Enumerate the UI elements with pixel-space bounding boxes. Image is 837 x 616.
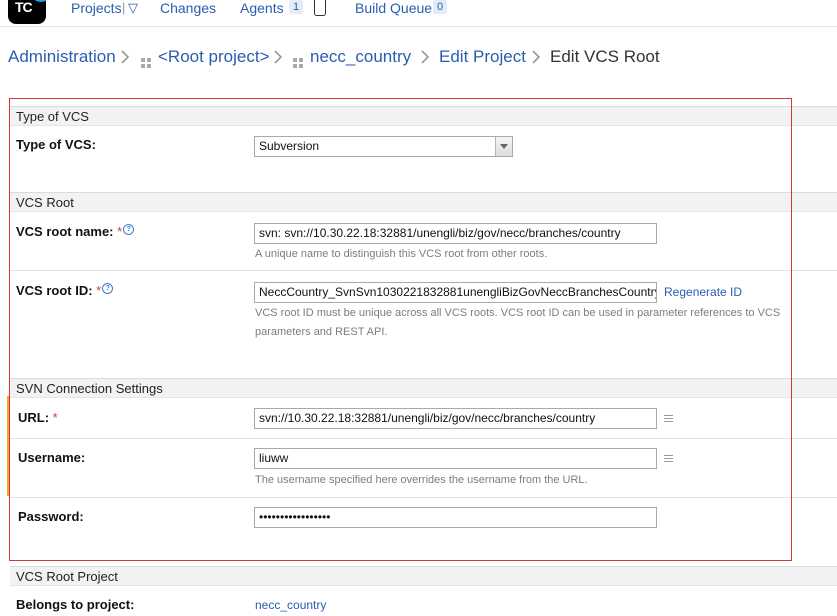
- nav-build-queue[interactable]: Build Queue: [355, 0, 432, 16]
- project-grid-icon: [141, 53, 151, 68]
- required-marker: *: [52, 410, 58, 425]
- chevron-right-icon: [420, 50, 432, 64]
- nav-projects-separator: |: [122, 0, 126, 15]
- chevron-right-icon: [120, 50, 132, 64]
- breadcrumb-root-project[interactable]: <Root project>: [158, 47, 270, 67]
- vcs-root-id-note-line2: parameters and REST API.: [255, 326, 388, 338]
- row-divider: [10, 438, 837, 439]
- row-divider: [10, 497, 837, 498]
- projects-dropdown-icon[interactable]: ▽: [128, 0, 138, 16]
- agent-icon[interactable]: [314, 0, 326, 16]
- row-divider: [10, 270, 837, 271]
- list-icon[interactable]: [664, 455, 673, 462]
- nav-projects[interactable]: Projects: [71, 0, 122, 16]
- vcs-root-id-note-line1: VCS root ID must be unique across all VC…: [255, 307, 781, 319]
- top-navigation: TC Projects | ▽ Changes Agents 1 Build Q…: [0, 0, 837, 24]
- agents-count-badge: 1: [289, 0, 304, 14]
- project-grid-icon: [293, 53, 303, 68]
- required-marker: *: [117, 224, 123, 239]
- belongs-to-project-label: Belongs to project:: [16, 597, 135, 612]
- section-vcs-root-project: VCS Root Project: [10, 566, 837, 586]
- help-icon[interactable]: ?: [102, 283, 114, 294]
- nav-changes[interactable]: Changes: [160, 0, 216, 16]
- vcs-type-label: Type of VCS:: [16, 137, 96, 152]
- required-marker: *: [96, 283, 102, 298]
- vcs-root-id-input[interactable]: NeccCountry_SvnSvn1030221832881unengliBi…: [254, 282, 657, 303]
- vcs-root-id-label: VCS root ID: *?: [16, 283, 114, 298]
- section-type-of-vcs: Type of VCS: [10, 106, 837, 126]
- username-note: The username specified here overrides th…: [255, 474, 588, 486]
- vcs-type-value: Subversion: [259, 139, 320, 153]
- vcs-root-id-label-text: VCS root ID:: [16, 283, 93, 298]
- chevron-right-icon: [531, 50, 543, 64]
- build-queue-count-badge: 0: [433, 0, 448, 14]
- dropdown-arrow-icon[interactable]: [495, 137, 512, 156]
- url-label-text: URL:: [18, 410, 50, 425]
- logo-text: TC: [15, 0, 33, 15]
- section-svn-connection: SVN Connection Settings: [10, 378, 837, 398]
- password-input[interactable]: •••••••••••••••••: [254, 507, 657, 528]
- password-label: Password:: [18, 509, 84, 524]
- edit-accent-bar: [7, 396, 9, 496]
- nav-agents[interactable]: Agents: [240, 0, 284, 16]
- highlight-outline: [9, 98, 792, 561]
- url-input[interactable]: svn://10.30.22.18:32881/unengli/biz/gov/…: [254, 408, 657, 429]
- teamcity-logo[interactable]: TC: [8, 0, 46, 24]
- vcs-root-name-input[interactable]: svn: svn://10.30.22.18:32881/unengli/biz…: [254, 223, 657, 244]
- help-icon[interactable]: ?: [123, 224, 135, 235]
- breadcrumb-administration[interactable]: Administration: [8, 47, 116, 67]
- username-input[interactable]: liuww: [254, 448, 657, 469]
- username-label: Username:: [18, 450, 86, 465]
- page-title: Edit VCS Root: [550, 47, 660, 66]
- list-icon[interactable]: [664, 415, 673, 422]
- breadcrumb-edit-project[interactable]: Edit Project: [439, 47, 526, 67]
- header-divider: [0, 26, 837, 27]
- vcs-root-name-note: A unique name to distinguish this VCS ro…: [255, 248, 548, 260]
- regenerate-id-link[interactable]: Regenerate ID: [664, 285, 742, 299]
- breadcrumb-project[interactable]: necc_country: [310, 47, 411, 67]
- belongs-to-project-link[interactable]: necc_country: [255, 598, 326, 612]
- vcs-type-select[interactable]: Subversion: [254, 136, 513, 157]
- url-label: URL: *: [18, 410, 58, 425]
- section-vcs-root: VCS Root: [10, 192, 837, 212]
- vcs-root-name-label-text: VCS root name:: [16, 224, 114, 239]
- vcs-root-name-label: VCS root name: *?: [16, 224, 135, 239]
- chevron-right-icon: [273, 50, 285, 64]
